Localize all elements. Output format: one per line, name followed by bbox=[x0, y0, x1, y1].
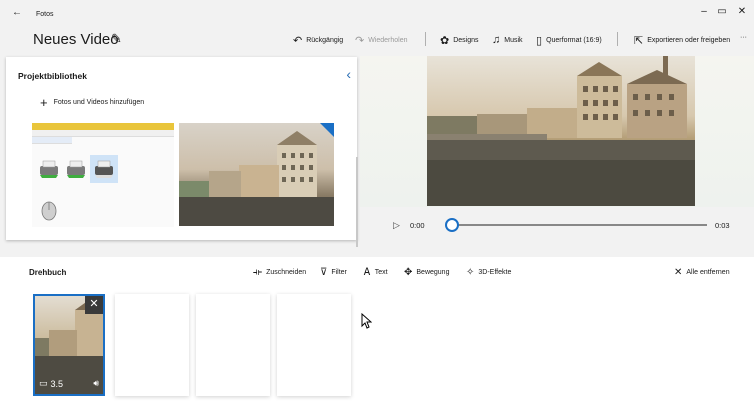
palette-icon: ✿ bbox=[440, 35, 450, 47]
trim-button[interactable]: ⟛ Zuschneiden bbox=[253, 267, 306, 278]
maximize-button[interactable]: ▭ bbox=[712, 6, 732, 17]
title-bar: ← Fotos – ▭ ✕ bbox=[0, 0, 754, 26]
clip-duration: ▭ 3.5 bbox=[39, 378, 63, 389]
thumbnail-tab bbox=[32, 137, 72, 144]
3d-effects-label: 3D-Effekte bbox=[478, 269, 512, 276]
remove-clip-button[interactable]: ✕ bbox=[85, 296, 103, 314]
library-thumbnail-video[interactable] bbox=[179, 123, 334, 226]
storyboard-clip[interactable]: ✕ ▭ 3.5 🔊︎ bbox=[33, 294, 105, 396]
project-library-panel: Projektbibliothek ‹ + Fotos und Videos h… bbox=[6, 57, 358, 247]
library-scrollbar[interactable] bbox=[356, 157, 358, 247]
video-preview[interactable] bbox=[427, 56, 695, 206]
mouse-cursor-icon bbox=[361, 312, 373, 332]
music-label: Musik bbox=[504, 36, 523, 44]
play-icon[interactable]: ▷ bbox=[393, 220, 400, 231]
add-media-button[interactable]: + Fotos und Videos hinzufügen bbox=[40, 95, 144, 110]
thumbnail-header-bar bbox=[32, 123, 174, 130]
filter-icon: ⊽ bbox=[320, 267, 328, 278]
screen-icon: ▭ bbox=[39, 378, 48, 388]
speaker-icon: ♫ bbox=[492, 34, 501, 46]
add-media-label: Fotos und Videos hinzufügen bbox=[53, 99, 145, 106]
close-icon: ✕ bbox=[674, 267, 683, 278]
empty-storyboard-slot[interactable] bbox=[196, 294, 270, 396]
3d-effects-button[interactable]: ✧ 3D-Effekte bbox=[466, 267, 511, 278]
project-title: Neues Video bbox=[33, 31, 119, 48]
toolbar-divider bbox=[425, 32, 426, 46]
motion-icon: ✥ bbox=[404, 267, 413, 278]
printer-icon bbox=[38, 159, 60, 181]
undo-icon: ↶ bbox=[293, 35, 303, 47]
speaker-icon[interactable]: 🔊︎ bbox=[93, 378, 99, 389]
motion-button[interactable]: ✥ Bewegung bbox=[404, 267, 449, 278]
library-title: Projektbibliothek bbox=[18, 71, 87, 81]
close-button[interactable]: ✕ bbox=[732, 6, 752, 17]
remove-all-button[interactable]: ✕ Alle entfernen bbox=[674, 267, 730, 278]
plus-icon: + bbox=[40, 95, 48, 110]
printer-icon bbox=[65, 159, 87, 181]
redo-label: Wiederholen bbox=[368, 37, 408, 44]
text-icon: Ꭺ bbox=[364, 267, 371, 278]
undo-label: Rückgängig bbox=[306, 37, 344, 44]
library-thumbnail-screenshot[interactable] bbox=[32, 123, 174, 227]
aspect-ratio-label: Querformat (16:9) bbox=[546, 37, 602, 44]
filter-label: Filter bbox=[331, 269, 347, 276]
app-name: Fotos bbox=[36, 11, 54, 18]
redo-button[interactable]: ↷ Wiederholen bbox=[355, 34, 408, 47]
trim-icon: ⟛ bbox=[253, 267, 263, 278]
storyboard-panel: Drehbuch ⟛ Zuschneiden ⊽ Filter Ꭺ Text ✥… bbox=[0, 257, 754, 405]
toolbar-divider bbox=[617, 32, 618, 46]
undo-button[interactable]: ↶ Rückgängig bbox=[293, 34, 343, 47]
more-button[interactable]: ··· bbox=[740, 34, 747, 41]
trim-label: Zuschneiden bbox=[266, 269, 307, 276]
clip-duration-value: 3.5 bbox=[50, 378, 64, 389]
themes-button[interactable]: ✿ Designs bbox=[440, 34, 479, 47]
current-time: 0:00 bbox=[410, 221, 425, 230]
text-label: Text bbox=[374, 269, 388, 276]
arrow-left-icon[interactable]: ← bbox=[12, 7, 22, 18]
mouse-device-icon bbox=[40, 201, 58, 223]
remove-all-label: Alle entfernen bbox=[686, 269, 730, 276]
pencil-icon[interactable]: ✎ bbox=[111, 31, 122, 47]
end-time: 0:03 bbox=[715, 221, 730, 230]
aspect-ratio-button[interactable]: ▯ Querformat (16:9) bbox=[536, 34, 602, 47]
export-label: Exportieren oder freigeben bbox=[647, 37, 731, 44]
music-button[interactable]: ♫ Musik bbox=[492, 34, 523, 46]
3d-effects-icon: ✧ bbox=[466, 267, 475, 278]
motion-label: Bewegung bbox=[416, 269, 450, 276]
aspect-ratio-icon: ▯ bbox=[536, 35, 543, 47]
share-icon: ⇱ bbox=[634, 35, 644, 47]
selected-printer-highlight bbox=[90, 155, 118, 183]
seek-track[interactable] bbox=[455, 224, 707, 226]
seek-handle[interactable] bbox=[445, 218, 459, 232]
storyboard-title: Drehbuch bbox=[29, 268, 67, 277]
empty-storyboard-slot[interactable] bbox=[115, 294, 189, 396]
themes-label: Designs bbox=[453, 37, 479, 44]
chevron-left-icon[interactable]: ‹ bbox=[346, 66, 351, 82]
filter-button[interactable]: ⊽ Filter bbox=[320, 267, 347, 278]
thumbnail-toolbar bbox=[32, 130, 174, 137]
minimize-button[interactable]: – bbox=[694, 6, 714, 17]
export-button[interactable]: ⇱ Exportieren oder freigeben bbox=[634, 34, 730, 47]
text-button[interactable]: Ꭺ Text bbox=[364, 267, 388, 278]
redo-icon: ↷ bbox=[355, 35, 365, 47]
empty-storyboard-slot[interactable] bbox=[277, 294, 351, 396]
